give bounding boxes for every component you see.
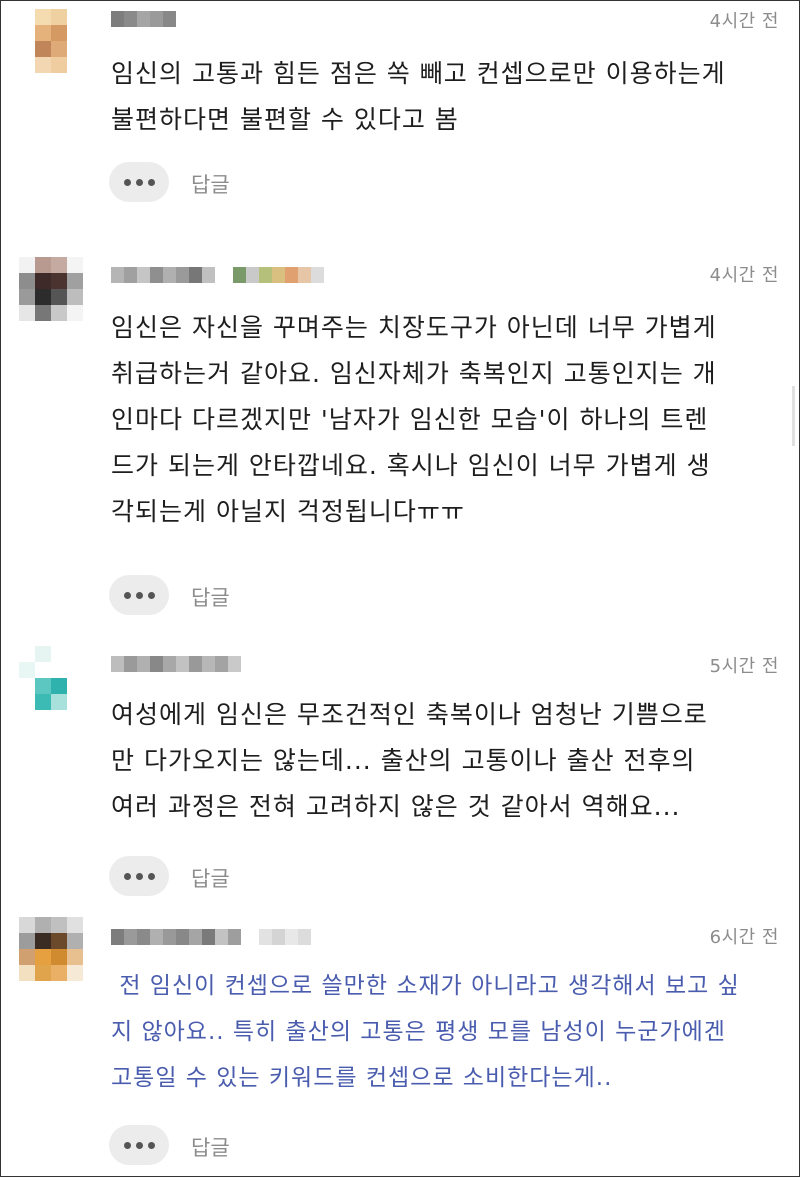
ellipsis-icon — [123, 1141, 131, 1149]
comment-timestamp: 4시간 전 — [709, 265, 779, 286]
comment-text: 임신의 고통과 힘든 점은 쏙 빼고 컨셉으로만 이용하는게 불편하다면 불편할… — [111, 59, 726, 134]
username-blurred[interactable] — [111, 11, 176, 27]
username-blurred[interactable] — [111, 656, 241, 672]
more-options-button[interactable] — [109, 856, 169, 896]
comment-timestamp: 6시간 전 — [709, 927, 779, 948]
avatar[interactable] — [19, 257, 83, 321]
avatar[interactable] — [19, 646, 83, 710]
more-options-button[interactable] — [109, 575, 169, 615]
comment-text-highlighted: 전 임신이 컨셉으로 쓸만한 소재가 아니라고 생각해서 보고 싶 지 않아요.… — [111, 973, 740, 1091]
username-blurred[interactable] — [111, 929, 311, 945]
scrollbar-thumb[interactable] — [792, 386, 795, 446]
reply-button[interactable]: 답글 — [191, 582, 230, 612]
comment-list: 4시간 전 임신의 고통과 힘든 점은 쏙 빼고 컨셉으로만 이용하는게 불편하… — [0, 0, 800, 1177]
username-blurred[interactable] — [111, 267, 324, 283]
ellipsis-icon — [123, 872, 131, 880]
more-options-button[interactable] — [109, 162, 169, 202]
comment-timestamp: 4시간 전 — [709, 11, 779, 32]
reply-button[interactable]: 답글 — [191, 1132, 230, 1162]
ellipsis-icon — [123, 591, 131, 599]
more-options-button[interactable] — [109, 1125, 169, 1165]
reply-button[interactable]: 답글 — [191, 863, 230, 893]
avatar[interactable] — [19, 917, 83, 981]
comment-text: 임신은 자신을 꾸며주는 치장도구가 아닌데 너무 가볍게 취급하는거 같아요.… — [111, 313, 717, 526]
comment-text: 여성에게 임신은 무조건적인 축복이나 엄청난 기쁨으로 만 다가오지는 않는데… — [111, 700, 708, 821]
reply-button[interactable]: 답글 — [191, 169, 230, 199]
comment-timestamp: 5시간 전 — [709, 656, 779, 677]
ellipsis-icon — [123, 178, 131, 186]
avatar[interactable] — [19, 9, 83, 73]
